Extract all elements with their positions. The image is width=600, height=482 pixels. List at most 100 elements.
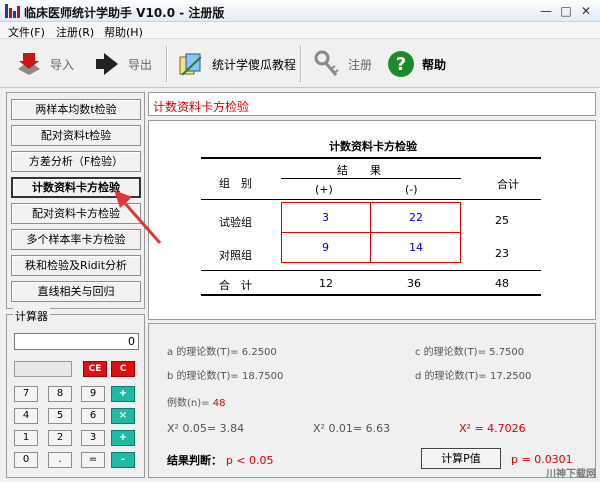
calculator-panel: 计算器 0 CE C 7 8 9 + 4 5 6 × 1 2 3 + 0 . =…	[6, 308, 145, 478]
calc-key-9[interactable]: 9	[81, 386, 105, 402]
import-label: 导入	[50, 57, 75, 72]
calc-key-5[interactable]: 5	[48, 408, 72, 424]
nav-two-sample-t-test[interactable]: 两样本均数t检验	[11, 99, 141, 120]
cell-b[interactable]: 22	[370, 202, 461, 233]
calc-key-equals[interactable]: =	[81, 452, 105, 468]
nav-anova[interactable]: 方差分析（F检验）	[11, 151, 141, 172]
calculator-memory	[14, 361, 72, 377]
cell-a-value: 3	[322, 211, 329, 224]
minimize-button[interactable]: —	[536, 3, 556, 19]
menu-bar: 文件(F) 注册(R) 帮助(H)	[0, 22, 600, 39]
calc-key-multiply[interactable]: ×	[111, 408, 135, 424]
table-header-rule	[201, 199, 541, 200]
d-expected-label: d 的理论数(T)=	[415, 371, 487, 382]
conclusion-value: p < 0.05	[225, 454, 274, 467]
calc-key-dot[interactable]: .	[48, 452, 72, 468]
table-mid-rule	[281, 178, 461, 179]
chi-square-value: 4.7026	[487, 422, 526, 435]
menu-file[interactable]: 文件(F)	[8, 24, 45, 40]
menu-help[interactable]: 帮助(H)	[104, 24, 143, 40]
calc-key-4[interactable]: 4	[14, 408, 38, 424]
chi-square-label: X² =	[459, 422, 484, 435]
calc-key-plus-2[interactable]: +	[111, 430, 135, 446]
help-label: 帮助	[422, 57, 447, 72]
b-expected-value: 18.7500	[242, 371, 284, 382]
statistics-panel: a 的理论数(T)= 6.2500 c 的理论数(T)= 5.7500 b 的理…	[148, 323, 596, 478]
chi-critical-005: X² 0.05= 3.84	[167, 422, 245, 435]
nav-paired-t-test[interactable]: 配对资料t检验	[11, 125, 141, 146]
b-expected-label: b 的理论数(T)=	[167, 371, 239, 382]
tutorial-icon	[179, 53, 202, 76]
total-all: 48	[495, 277, 509, 290]
close-button[interactable]: ✕	[576, 3, 596, 19]
calc-key-1[interactable]: 1	[14, 430, 38, 446]
nav-correlation-regression[interactable]: 直线相关与回归	[11, 281, 141, 302]
toolbar: 导入 导出 统计学傻瓜教程 注册 ? 帮助	[0, 40, 600, 88]
panel-title: 计数资料卡方检验	[153, 100, 250, 114]
total-pos: 12	[319, 277, 333, 290]
nav-paired-chi-square[interactable]: 配对资料卡方检验	[11, 203, 141, 224]
key-icon	[314, 50, 339, 76]
row-total: 25	[495, 214, 509, 227]
pos-header: (+)	[315, 183, 333, 196]
row-label: 对照组	[219, 249, 252, 262]
calc-key-c[interactable]: C	[111, 361, 135, 377]
window-title: 临床医师统计学助手 V10.0 - 注册版	[24, 6, 225, 20]
title-bar: 临床医师统计学助手 V10.0 - 注册版 — □ ✕	[0, 0, 600, 22]
register-button[interactable]: 注册	[312, 46, 372, 82]
export-icon	[96, 53, 118, 75]
toolbar-separator	[166, 46, 168, 82]
total-header: 合计	[497, 178, 519, 191]
table-bottom-rule	[201, 294, 541, 296]
calc-key-0[interactable]: 0	[14, 452, 38, 468]
cell-d[interactable]: 14	[370, 232, 461, 263]
import-button[interactable]: 导入	[14, 46, 74, 82]
calc-key-6[interactable]: 6	[81, 408, 105, 424]
calc-key-8[interactable]: 8	[48, 386, 72, 402]
calc-key-minus[interactable]: -	[111, 452, 135, 468]
export-label: 导出	[128, 57, 153, 72]
watermark: 川神下载网	[546, 469, 596, 480]
help-icon: ?	[388, 51, 414, 77]
tutorial-button[interactable]: 统计学傻瓜教程	[176, 46, 296, 82]
table-body-rule	[201, 270, 541, 271]
cell-c-value: 9	[322, 241, 329, 254]
calc-key-plus[interactable]: +	[111, 386, 135, 402]
cell-d-value: 14	[409, 241, 423, 254]
help-button[interactable]: ? 帮助	[386, 46, 446, 82]
calc-key-2[interactable]: 2	[48, 430, 72, 446]
c-expected-label: c 的理论数(T)=	[415, 347, 486, 358]
n-value: 48	[212, 398, 226, 409]
menu-register[interactable]: 注册(R)	[56, 24, 94, 40]
calc-key-7[interactable]: 7	[14, 386, 38, 402]
maximize-button[interactable]: □	[556, 3, 576, 19]
neg-header: (-)	[405, 183, 418, 196]
register-label: 注册	[348, 57, 373, 72]
nav-chi-square-count[interactable]: 计数资料卡方检验	[11, 177, 141, 198]
group-header: 组 别	[219, 177, 252, 190]
result-header: 结 果	[337, 164, 381, 177]
svg-text:?: ?	[396, 54, 406, 75]
nav-multi-sample-chi-square[interactable]: 多个样本率卡方检验	[11, 229, 141, 250]
tutorial-label: 统计学傻瓜教程	[212, 57, 297, 72]
calculate-p-button[interactable]: 计算P值	[421, 448, 501, 469]
total-row-label: 合 计	[219, 279, 252, 292]
table-title: 计数资料卡方检验	[329, 140, 417, 153]
cell-a[interactable]: 3	[281, 202, 371, 233]
export-button[interactable]: 导出	[92, 46, 152, 82]
c-expected-value: 5.7500	[489, 347, 525, 358]
panel-header: 计数资料卡方检验	[148, 92, 596, 116]
calc-key-3[interactable]: 3	[81, 430, 105, 446]
app-icon	[5, 4, 20, 18]
cell-c[interactable]: 9	[281, 232, 371, 263]
import-icon	[18, 53, 40, 75]
nav-rank-sum-ridit[interactable]: 秩和检验及Ridit分析	[11, 255, 141, 276]
calc-key-ce[interactable]: CE	[83, 361, 107, 377]
result-table-panel: 计数资料卡方检验 结 果 组 别 (+) (-) 合计 试验组 3 22 25 …	[148, 120, 596, 320]
cell-b-value: 22	[409, 211, 423, 224]
d-expected-value: 17.2500	[490, 371, 532, 382]
table-top-rule	[201, 157, 541, 159]
total-neg: 36	[407, 277, 421, 290]
calculator-display: 0	[14, 333, 139, 350]
chi-critical-001: X² 0.01= 6.63	[313, 422, 391, 435]
